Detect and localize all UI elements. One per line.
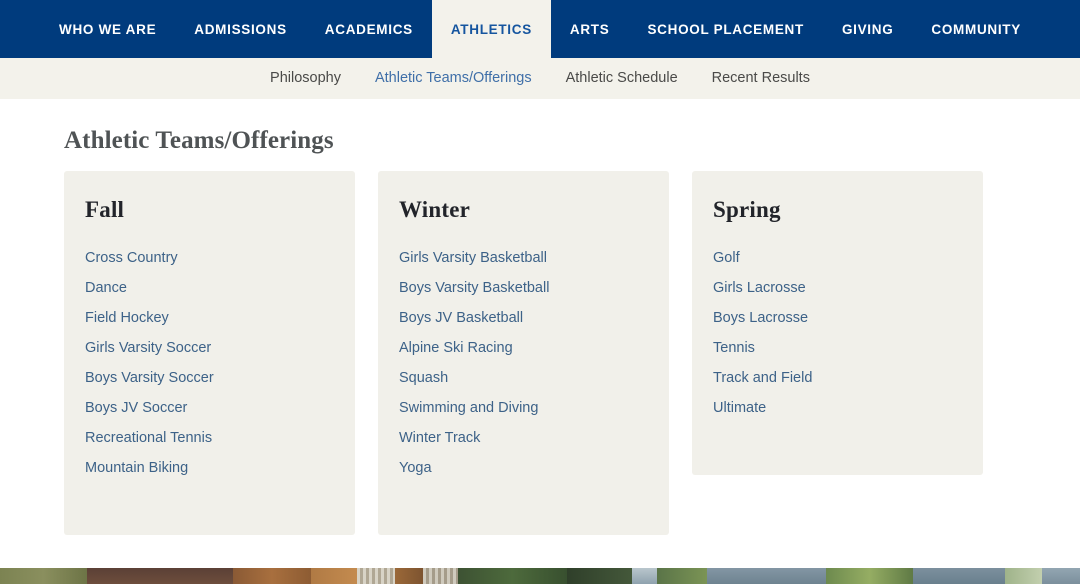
team-list: Girls Varsity Basketball Boys Varsity Bas…	[399, 243, 648, 483]
season-title: Spring	[713, 197, 781, 222]
season-title: Winter	[399, 197, 471, 222]
photo-segment	[567, 568, 632, 584]
photo-segment	[457, 568, 568, 584]
photo-segment	[1041, 568, 1080, 584]
team-link[interactable]: Mountain Biking	[85, 453, 334, 483]
list-item: Ultimate	[713, 393, 962, 423]
primary-nav-item-giving[interactable]: GIVING	[823, 0, 912, 58]
list-item: Mountain Biking	[85, 453, 334, 483]
primary-nav-item-community[interactable]: COMMUNITY	[912, 0, 1040, 58]
list-item: Boys Lacrosse	[713, 303, 962, 333]
team-link[interactable]: Alpine Ski Racing	[399, 333, 648, 363]
season-card-fall: Fall Cross Country Dance Field Hockey Girls …	[64, 171, 355, 535]
list-item: Yoga	[399, 453, 648, 483]
list-item: Girls Lacrosse	[713, 273, 962, 303]
list-item: Squash	[399, 363, 648, 393]
list-item: Boys Varsity Soccer	[85, 363, 334, 393]
primary-navigation: WHO WE ARE ADMISSIONS ACADEMICS ATHLETICS AR…	[0, 0, 1080, 58]
photo-segment	[395, 568, 423, 584]
team-link[interactable]: Winter Track	[399, 423, 648, 453]
team-link[interactable]: Dance	[85, 273, 334, 303]
photo-segment	[913, 568, 1005, 584]
team-link[interactable]: Track and Field	[713, 363, 962, 393]
team-link[interactable]: Girls Varsity Basketball	[399, 243, 648, 273]
main-content: Athletic Teams/Offerings Fall Cross Count…	[0, 99, 1080, 568]
primary-nav-item-admissions[interactable]: ADMISSIONS	[175, 0, 306, 58]
team-link[interactable]: Recreational Tennis	[85, 423, 334, 453]
season-card-spring: Spring Golf Girls Lacrosse Boys Lacrosse Ten…	[692, 171, 983, 475]
list-item: Boys Varsity Basketball	[399, 273, 648, 303]
secondary-nav-item-athletic-teams-offerings[interactable]: Athletic Teams/Offerings	[358, 58, 549, 99]
page-title: Athletic Teams/Offerings	[64, 127, 334, 154]
team-link[interactable]: Cross Country	[85, 243, 334, 273]
secondary-nav-item-recent-results[interactable]: Recent Results	[695, 58, 827, 99]
season-cards-container: Fall Cross Country Dance Field Hockey Girls …	[64, 171, 1016, 535]
team-link[interactable]: Tennis	[713, 333, 962, 363]
season-card-winter: Winter Girls Varsity Basketball Boys Varsi…	[378, 171, 669, 535]
list-item: Girls Varsity Basketball	[399, 243, 648, 273]
primary-nav-item-who-we-are[interactable]: WHO WE ARE	[40, 0, 175, 58]
photo-segment	[631, 568, 658, 584]
team-link[interactable]: Yoga	[399, 453, 648, 483]
list-item: Cross Country	[85, 243, 334, 273]
list-item: Recreational Tennis	[85, 423, 334, 453]
secondary-nav-item-philosophy[interactable]: Philosophy	[253, 58, 358, 99]
list-item: Field Hockey	[85, 303, 334, 333]
photo-segment	[356, 568, 396, 584]
primary-nav-item-arts[interactable]: ARTS	[551, 0, 629, 58]
photo-segment	[422, 568, 458, 584]
season-title: Fall	[85, 197, 125, 222]
list-item: Boys JV Soccer	[85, 393, 334, 423]
photo-segment	[311, 568, 357, 584]
photo-segment	[707, 568, 827, 584]
team-list: Golf Girls Lacrosse Boys Lacrosse Tennis Tra…	[713, 243, 962, 423]
team-list: Cross Country Dance Field Hockey Girls Vars…	[85, 243, 334, 483]
team-link[interactable]: Ultimate	[713, 393, 962, 423]
list-item: Dance	[85, 273, 334, 303]
list-item: Winter Track	[399, 423, 648, 453]
list-item: Tennis	[713, 333, 962, 363]
team-link[interactable]: Boys JV Basketball	[399, 303, 648, 333]
team-link[interactable]: Boys Varsity Soccer	[85, 363, 334, 393]
primary-nav-item-school-placement[interactable]: SCHOOL PLACEMENT	[628, 0, 822, 58]
team-link[interactable]: Girls Lacrosse	[713, 273, 962, 303]
team-link[interactable]: Golf	[713, 243, 962, 273]
list-item: Swimming and Diving	[399, 393, 648, 423]
list-item: Track and Field	[713, 363, 962, 393]
team-link[interactable]: Boys Varsity Basketball	[399, 273, 648, 303]
team-link[interactable]: Boys Lacrosse	[713, 303, 962, 333]
photo-segment	[86, 568, 234, 584]
team-link[interactable]: Squash	[399, 363, 648, 393]
primary-nav-item-academics[interactable]: ACADEMICS	[306, 0, 432, 58]
team-link[interactable]: Girls Varsity Soccer	[85, 333, 334, 363]
list-item: Girls Varsity Soccer	[85, 333, 334, 363]
secondary-navigation: Philosophy Athletic Teams/Offerings Athlet…	[0, 58, 1080, 99]
list-item: Boys JV Basketball	[399, 303, 648, 333]
photo-segment	[657, 568, 708, 584]
photo-segment	[233, 568, 312, 584]
photo-segment	[0, 568, 87, 584]
primary-nav-item-athletics[interactable]: ATHLETICS	[431, 0, 551, 58]
list-item: Golf	[713, 243, 962, 273]
photo-segment	[826, 568, 914, 584]
team-link[interactable]: Boys JV Soccer	[85, 393, 334, 423]
team-link[interactable]: Field Hockey	[85, 303, 334, 333]
secondary-nav-item-athletic-schedule[interactable]: Athletic Schedule	[549, 58, 695, 99]
team-link[interactable]: Swimming and Diving	[399, 393, 648, 423]
list-item: Alpine Ski Racing	[399, 333, 648, 363]
footer-photo-strip	[0, 568, 1080, 584]
photo-segment	[1004, 568, 1042, 584]
